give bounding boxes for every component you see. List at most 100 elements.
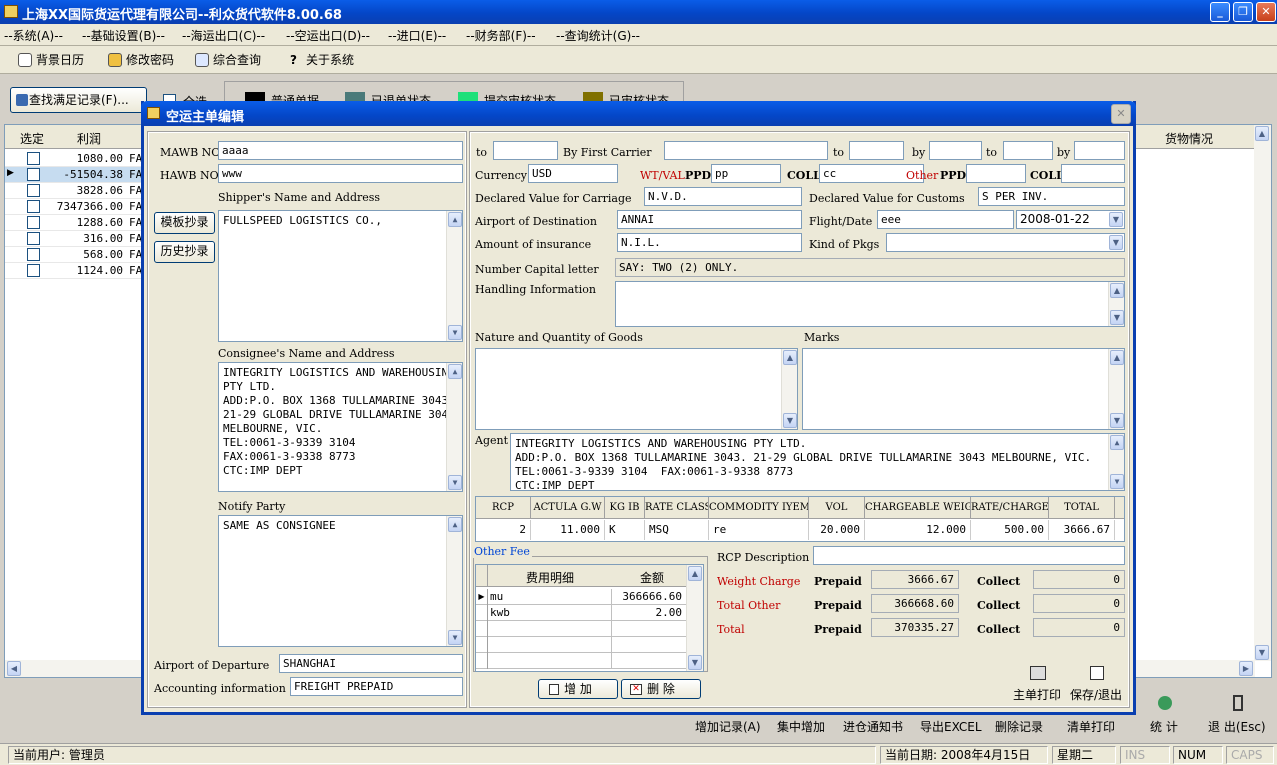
fee-row[interactable] xyxy=(476,637,686,653)
by-input-2[interactable] xyxy=(1074,141,1125,160)
table-row[interactable]: 1288.60 FA xyxy=(5,215,145,231)
dialog-close-button[interactable]: ✕ xyxy=(1111,104,1131,124)
ins-input[interactable]: N.I.L. xyxy=(617,233,802,252)
template-copy-button[interactable]: 模板抄录 xyxy=(154,212,215,234)
rate-col-header[interactable]: VOL xyxy=(809,497,865,519)
row-checkbox[interactable] xyxy=(27,216,40,229)
to-input-1[interactable] xyxy=(493,141,558,160)
to-input-2[interactable] xyxy=(849,141,904,160)
menu-import[interactable]: --进口(E)-- xyxy=(388,27,446,44)
dest-input[interactable]: ANNAI xyxy=(617,210,802,229)
to-input-3[interactable] xyxy=(1003,141,1053,160)
kind-select[interactable]: ▼ xyxy=(886,233,1125,252)
nature-textarea[interactable]: ▲ ▼ xyxy=(475,348,798,430)
accounting-input[interactable]: FREIGHT PREPAID xyxy=(290,677,463,696)
menu-basic-settings[interactable]: --基础设置(B)-- xyxy=(82,27,165,44)
list-print-button[interactable]: 清单打印 xyxy=(1067,718,1115,735)
row-checkbox[interactable] xyxy=(27,200,40,213)
fee-row[interactable]: ▶ mu 366666.60 xyxy=(476,589,686,605)
col-goods[interactable]: 货物情况 xyxy=(1165,130,1213,147)
history-copy-button[interactable]: 历史抄录 xyxy=(154,241,215,263)
row-checkbox[interactable] xyxy=(27,152,40,165)
minimize-button[interactable]: _ xyxy=(1210,2,1230,22)
menu-sea-export[interactable]: --海运出口(C)-- xyxy=(182,27,265,44)
fee-col-item[interactable]: 费用明细 xyxy=(526,569,574,586)
menu-finance[interactable]: --财务部(F)-- xyxy=(466,27,536,44)
rate-col-header[interactable]: COMMODITY IYEM N xyxy=(709,497,809,519)
close-button[interactable]: ✕ xyxy=(1256,2,1276,22)
departure-input[interactable]: SHANGHAI xyxy=(279,654,463,673)
rate-col-header[interactable]: KG IB xyxy=(605,497,645,519)
warehouse-notice-button[interactable]: 进仓通知书 xyxy=(843,718,903,735)
notify-textarea[interactable]: SAME AS CONSIGNEE ▲ ▼ xyxy=(218,515,463,647)
dvcu-input[interactable]: S PER INV. xyxy=(978,187,1125,206)
shipper-textarea[interactable]: FULLSPEED LOGISTICS CO., ▲ ▼ xyxy=(218,210,463,342)
col-select[interactable]: 选定 xyxy=(20,130,44,147)
exit-button[interactable]: 退 出(Esc) xyxy=(1208,718,1266,735)
restore-button[interactable]: ❐ xyxy=(1233,2,1253,22)
menu-query-stats[interactable]: --查询统计(G)-- xyxy=(556,27,640,44)
query-button[interactable]: 综合查询 xyxy=(193,50,261,70)
rate-table-row[interactable]: 2 11.000 K MSQ re 20.000 12.000 500.00 3666.67 xyxy=(476,520,1124,540)
fee-delete-button[interactable]: ✕ 删 除 xyxy=(621,679,701,699)
batch-add-button[interactable]: 集中增加 xyxy=(777,718,825,735)
about-button[interactable]: ? 关于系统 xyxy=(286,50,354,70)
row-checkbox[interactable] xyxy=(27,184,40,197)
table-row[interactable]: ▶ -51504.38 FA xyxy=(5,167,145,183)
fee-row[interactable]: kwb 2.00 xyxy=(476,605,686,621)
flight-input[interactable]: eee xyxy=(877,210,1014,229)
save-exit-button[interactable]: 保存/退出 xyxy=(1068,664,1128,704)
add-record-button[interactable]: 增加记录(A) xyxy=(695,718,761,735)
row-checkbox[interactable] xyxy=(27,264,40,277)
handling-textarea[interactable]: ▲ ▼ xyxy=(615,281,1125,327)
rate-col-header[interactable]: RCP xyxy=(476,497,531,519)
table-row[interactable]: 1080.00 FA xyxy=(5,151,145,167)
rate-col-header[interactable]: CHARGEABLE WEIGHT xyxy=(865,497,971,519)
table-row[interactable]: 316.00 FA xyxy=(5,231,145,247)
col-profit[interactable]: 利润 xyxy=(77,130,101,147)
fee-row[interactable] xyxy=(476,653,686,669)
rate-cell[interactable]: MSQ xyxy=(645,520,709,540)
mawb-input[interactable]: aaaa xyxy=(218,141,463,160)
table-row[interactable]: 568.00 FA xyxy=(5,247,145,263)
rate-cell[interactable]: 2 xyxy=(476,520,531,540)
dvc-input[interactable]: N.V.D. xyxy=(644,187,802,206)
rate-cell[interactable]: 500.00 xyxy=(971,520,1049,540)
table-row[interactable]: 3828.06 FA xyxy=(5,183,145,199)
rate-col-header[interactable]: TOTAL xyxy=(1049,497,1115,519)
row-checkbox[interactable] xyxy=(27,168,40,181)
rate-cell[interactable]: 20.000 xyxy=(809,520,865,540)
currency-input[interactable]: USD xyxy=(528,164,618,183)
rate-cell[interactable]: 3666.67 xyxy=(1049,520,1115,540)
fee-row[interactable] xyxy=(476,621,686,637)
print-mawb-button[interactable]: 主单打印 xyxy=(1010,664,1066,704)
rate-col-header[interactable]: ACTULA G.W xyxy=(531,497,605,519)
row-checkbox[interactable] xyxy=(27,248,40,261)
rate-col-header[interactable]: RATE/CHARGE xyxy=(971,497,1049,519)
table-row[interactable]: 1124.00 FA xyxy=(5,263,145,279)
rcp-desc-input[interactable] xyxy=(813,546,1125,565)
wt-ppd-input[interactable]: pp xyxy=(711,164,781,183)
find-records-button[interactable]: 查找满足记录(F)... xyxy=(10,87,147,113)
rate-cell[interactable]: 11.000 xyxy=(531,520,605,540)
fee-add-button[interactable]: 增 加 xyxy=(538,679,618,699)
statistics-button[interactable]: 统 计 xyxy=(1150,718,1178,735)
rate-cell[interactable]: 12.000 xyxy=(865,520,971,540)
table-row[interactable]: 7347366.00 FA xyxy=(5,199,145,215)
row-checkbox[interactable] xyxy=(27,232,40,245)
agent-textarea[interactable]: INTEGRITY LOGISTICS AND WAREHOUSING PTY … xyxy=(510,433,1125,491)
rate-cell[interactable]: re xyxy=(709,520,809,540)
fee-col-amount[interactable]: 金额 xyxy=(640,569,664,586)
flight-date-picker[interactable]: 2008-01-22 ▼ xyxy=(1016,210,1125,229)
marks-textarea[interactable]: ▲ ▼ xyxy=(802,348,1125,430)
consignee-textarea[interactable]: INTEGRITY LOGISTICS AND WAREHOUSING PTY … xyxy=(218,362,463,492)
other-coll-input[interactable] xyxy=(1061,164,1125,183)
first-carrier-input[interactable] xyxy=(664,141,828,160)
rate-cell[interactable]: K xyxy=(605,520,645,540)
change-password-button[interactable]: 修改密码 xyxy=(106,50,174,70)
menu-system[interactable]: --系统(A)-- xyxy=(4,27,63,44)
export-excel-button[interactable]: 导出EXCEL xyxy=(920,718,982,735)
other-ppd-input[interactable] xyxy=(966,164,1026,183)
calendar-button[interactable]: 背景日历 xyxy=(16,50,84,70)
grid-vscroll[interactable]: ▲ ▼ xyxy=(1254,125,1271,661)
